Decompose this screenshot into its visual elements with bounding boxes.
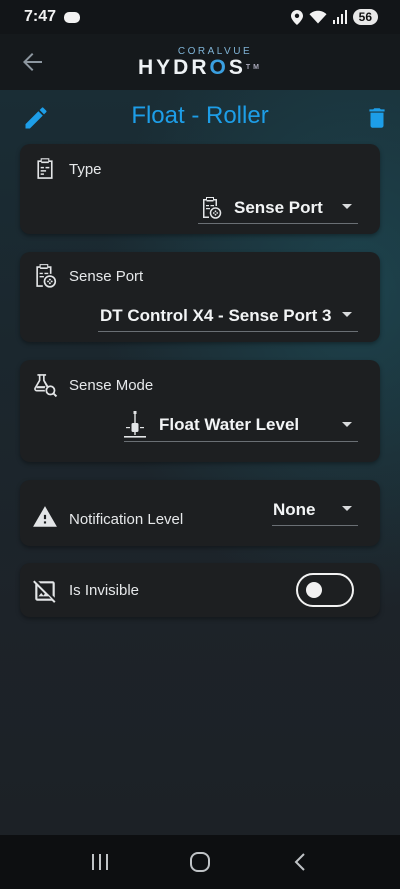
sense-port-label: Sense Port <box>69 268 144 285</box>
chevron-down-icon <box>342 204 352 209</box>
recent-apps-icon <box>92 854 108 870</box>
back-chevron-icon <box>294 853 305 871</box>
sense-port-value: DT Control X4 - Sense Port 3 <box>100 305 332 325</box>
sense-mode-label: Sense Mode <box>69 377 154 394</box>
type-card: Type Sense Port <box>20 144 380 234</box>
sense-mode-dropdown[interactable]: Float Water Level <box>124 408 358 442</box>
chevron-down-icon <box>342 422 352 427</box>
sense-mode-value: Float Water Level <box>159 414 300 434</box>
recent-apps-button[interactable] <box>80 842 120 882</box>
system-nav-bar <box>0 835 400 889</box>
battery-indicator: 56 <box>352 9 378 25</box>
notification-level-label: Notification Level <box>69 511 184 528</box>
is-invisible-card: Is Invisible <box>20 563 380 617</box>
notification-icon <box>64 11 81 23</box>
float-switch-icon <box>124 410 146 438</box>
chevron-down-icon <box>342 506 352 511</box>
sense-port-card: Sense Port DT Control X4 - Sense Port 3 <box>20 252 380 342</box>
notification-level-card: Notification Level None <box>20 480 380 546</box>
page-title: Float - Roller <box>131 102 269 129</box>
hydros-logo: CORALVUE HYDROSTM <box>138 46 262 79</box>
sense-port-icon <box>203 196 222 219</box>
chevron-down-icon <box>342 312 352 317</box>
back-arrow-icon[interactable] <box>18 48 46 76</box>
home-icon <box>190 852 210 872</box>
image-off-icon <box>33 580 56 603</box>
location-icon <box>290 9 303 25</box>
trash-icon[interactable] <box>364 104 390 132</box>
wifi-icon <box>309 10 327 24</box>
notification-level-dropdown[interactable]: None <box>272 494 358 526</box>
main-content: Float - Roller Type Sense Port Sense Por… <box>0 90 400 835</box>
toggle-knob <box>306 582 322 598</box>
is-invisible-toggle[interactable] <box>296 573 354 607</box>
sense-port-dropdown[interactable]: DT Control X4 - Sense Port 3 <box>98 300 358 332</box>
type-dropdown[interactable]: Sense Port <box>198 192 358 224</box>
sense-mode-card: Sense Mode Float Water Level <box>20 360 380 462</box>
type-value: Sense Port <box>234 197 323 217</box>
app-header: CORALVUE HYDROSTM <box>0 34 400 90</box>
notification-level-value: None <box>273 499 316 519</box>
status-time: 7:47 <box>24 8 57 25</box>
type-label: Type <box>69 161 102 178</box>
status-bar: 7:47 56 <box>0 0 400 34</box>
title-row: Float - Roller <box>0 90 400 144</box>
sense-port-icon <box>36 264 57 288</box>
warning-icon <box>33 506 57 527</box>
logo-brand-main: HYDROSTM <box>138 55 262 79</box>
clipboard-icon <box>37 158 53 179</box>
home-button[interactable] <box>180 842 220 882</box>
back-button[interactable] <box>280 842 320 882</box>
flask-search-icon <box>34 374 58 398</box>
signal-icon <box>332 10 347 24</box>
is-invisible-label: Is Invisible <box>69 582 140 599</box>
